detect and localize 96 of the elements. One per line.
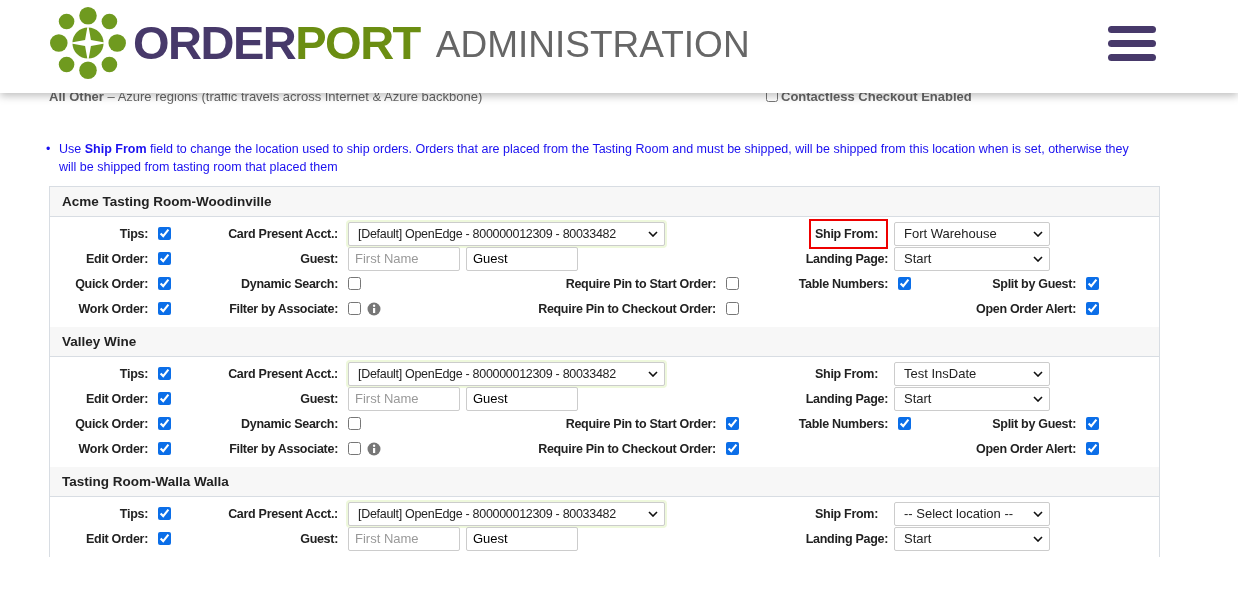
- field-label: Work Order:: [77, 301, 148, 316]
- help-note: Use Ship From field to change the location used to ship orders. Orders that are placed from the Tasting Room and must be shipped, will be shipped from this location when is set, otherwise they will be shipped from tasting room that placed them: [59, 142, 1129, 174]
- checkbox[interactable]: [898, 417, 911, 430]
- field-label: Card Present Acct.:: [227, 366, 338, 381]
- field-label: Require Pin to Checkout Order:: [537, 301, 716, 316]
- checkbox[interactable]: [1086, 302, 1099, 315]
- logo-wordmark: ORDERPORT: [133, 14, 420, 71]
- location-select[interactable]: Test InsDate: [894, 361, 1050, 386]
- checkbox[interactable]: [348, 277, 361, 290]
- field-label: Table Numbers:: [797, 276, 888, 291]
- checkbox[interactable]: [1086, 277, 1099, 290]
- last-name-field[interactable]: Guest: [466, 386, 578, 411]
- landing-page-select[interactable]: Start: [894, 526, 1050, 551]
- menu-icon[interactable]: [1108, 26, 1156, 61]
- field-label: Edit Order:: [85, 391, 148, 406]
- caret-icon: [1033, 510, 1043, 517]
- location-select[interactable]: -- Select location --: [894, 501, 1050, 526]
- caret-icon: [648, 370, 658, 377]
- page-title: ADMINISTRATION: [435, 22, 750, 67]
- info-icon[interactable]: [367, 301, 381, 316]
- checkbox[interactable]: [348, 442, 361, 455]
- checkbox[interactable]: [158, 277, 171, 290]
- first-name-field[interactable]: First Name: [348, 526, 460, 551]
- bullet-mark: •: [46, 141, 51, 158]
- field-label: Card Present Acct.:: [227, 226, 338, 241]
- field-label: Card Present Acct.:: [227, 506, 338, 521]
- flower-logo-icon: [49, 5, 127, 80]
- caret-icon: [1033, 255, 1043, 262]
- last-name-field[interactable]: Guest: [466, 526, 578, 551]
- checkbox[interactable]: [726, 277, 739, 290]
- checkbox[interactable]: [348, 417, 361, 430]
- field-label: Edit Order:: [85, 251, 148, 266]
- field-label: Require Pin to Checkout Order:: [537, 441, 716, 456]
- field-label: Split by Guest:: [991, 276, 1076, 291]
- checkbox[interactable]: [1086, 417, 1099, 430]
- field-label: Quick Order:: [74, 276, 148, 291]
- checkbox[interactable]: [898, 277, 911, 290]
- field-label: Filter by Associate:: [228, 301, 338, 316]
- checkbox[interactable]: [766, 90, 778, 102]
- field-label: Landing Page:: [804, 531, 888, 546]
- first-name-field[interactable]: First Name: [348, 246, 460, 271]
- checkbox[interactable]: [348, 302, 361, 315]
- field-label: Open Order Alert:: [975, 441, 1076, 456]
- field-label: Open Order Alert:: [975, 301, 1076, 316]
- field-label: Filter by Associate:: [228, 441, 338, 456]
- checkbox[interactable]: [158, 252, 171, 265]
- account-select[interactable]: [Default] OpenEdge - 800000012309 - 80033482: [348, 221, 665, 246]
- field-label: Tips:: [118, 226, 148, 241]
- checkbox[interactable]: [158, 417, 171, 430]
- first-name-field[interactable]: First Name: [348, 386, 460, 411]
- checkbox[interactable]: [726, 302, 739, 315]
- landing-page-select[interactable]: Start: [894, 246, 1050, 271]
- field-label: Tips:: [118, 506, 148, 521]
- field-label: Guest:: [299, 251, 338, 266]
- checkbox[interactable]: [158, 507, 171, 520]
- checkbox[interactable]: [726, 417, 739, 430]
- account-select[interactable]: [Default] OpenEdge - 800000012309 - 80033482: [348, 361, 665, 386]
- field-label: Edit Order:: [85, 531, 148, 546]
- caret-icon: [1033, 395, 1043, 402]
- checkbox[interactable]: [158, 367, 171, 380]
- field-label: Ship From:: [809, 218, 888, 249]
- checkbox[interactable]: [158, 442, 171, 455]
- field-label: Quick Order:: [74, 416, 148, 431]
- caret-icon: [648, 230, 658, 237]
- field-label: Dynamic Search:: [240, 416, 338, 431]
- field-label: Ship From:: [814, 365, 879, 383]
- checkbox[interactable]: [158, 227, 171, 240]
- checkbox[interactable]: [1086, 442, 1099, 455]
- field-label: Landing Page:: [804, 391, 888, 406]
- field-label: Tips:: [118, 366, 148, 381]
- caret-icon: [1033, 230, 1043, 237]
- landing-page-select[interactable]: Start: [894, 386, 1050, 411]
- field-label: Guest:: [299, 391, 338, 406]
- field-label: Landing Page:: [804, 251, 888, 266]
- checkbox[interactable]: [158, 302, 171, 315]
- field-label: Guest:: [299, 531, 338, 546]
- location-select[interactable]: Fort Warehouse: [894, 221, 1050, 246]
- info-icon[interactable]: [367, 441, 381, 456]
- field-label: Split by Guest:: [991, 416, 1076, 431]
- account-select[interactable]: [Default] OpenEdge - 800000012309 - 80033482: [348, 501, 665, 526]
- checkbox[interactable]: [158, 392, 171, 405]
- last-name-field[interactable]: Guest: [466, 246, 578, 271]
- caret-icon: [1033, 370, 1043, 377]
- caret-icon: [648, 510, 658, 517]
- field-label: Ship From:: [814, 505, 879, 523]
- location-header: Tasting Room-Walla Walla: [50, 467, 1159, 497]
- field-label: Work Order:: [77, 441, 148, 456]
- field-label: Dynamic Search:: [240, 276, 338, 291]
- field-label: Table Numbers:: [797, 416, 888, 431]
- location-header: Acme Tasting Room-Woodinville: [50, 187, 1159, 217]
- caret-icon: [1033, 535, 1043, 542]
- checkbox[interactable]: [726, 442, 739, 455]
- field-label: Require Pin to Start Order:: [564, 416, 716, 431]
- checkbox[interactable]: [158, 532, 171, 545]
- field-label: Require Pin to Start Order:: [564, 276, 716, 291]
- location-header: Valley Wine: [50, 327, 1159, 357]
